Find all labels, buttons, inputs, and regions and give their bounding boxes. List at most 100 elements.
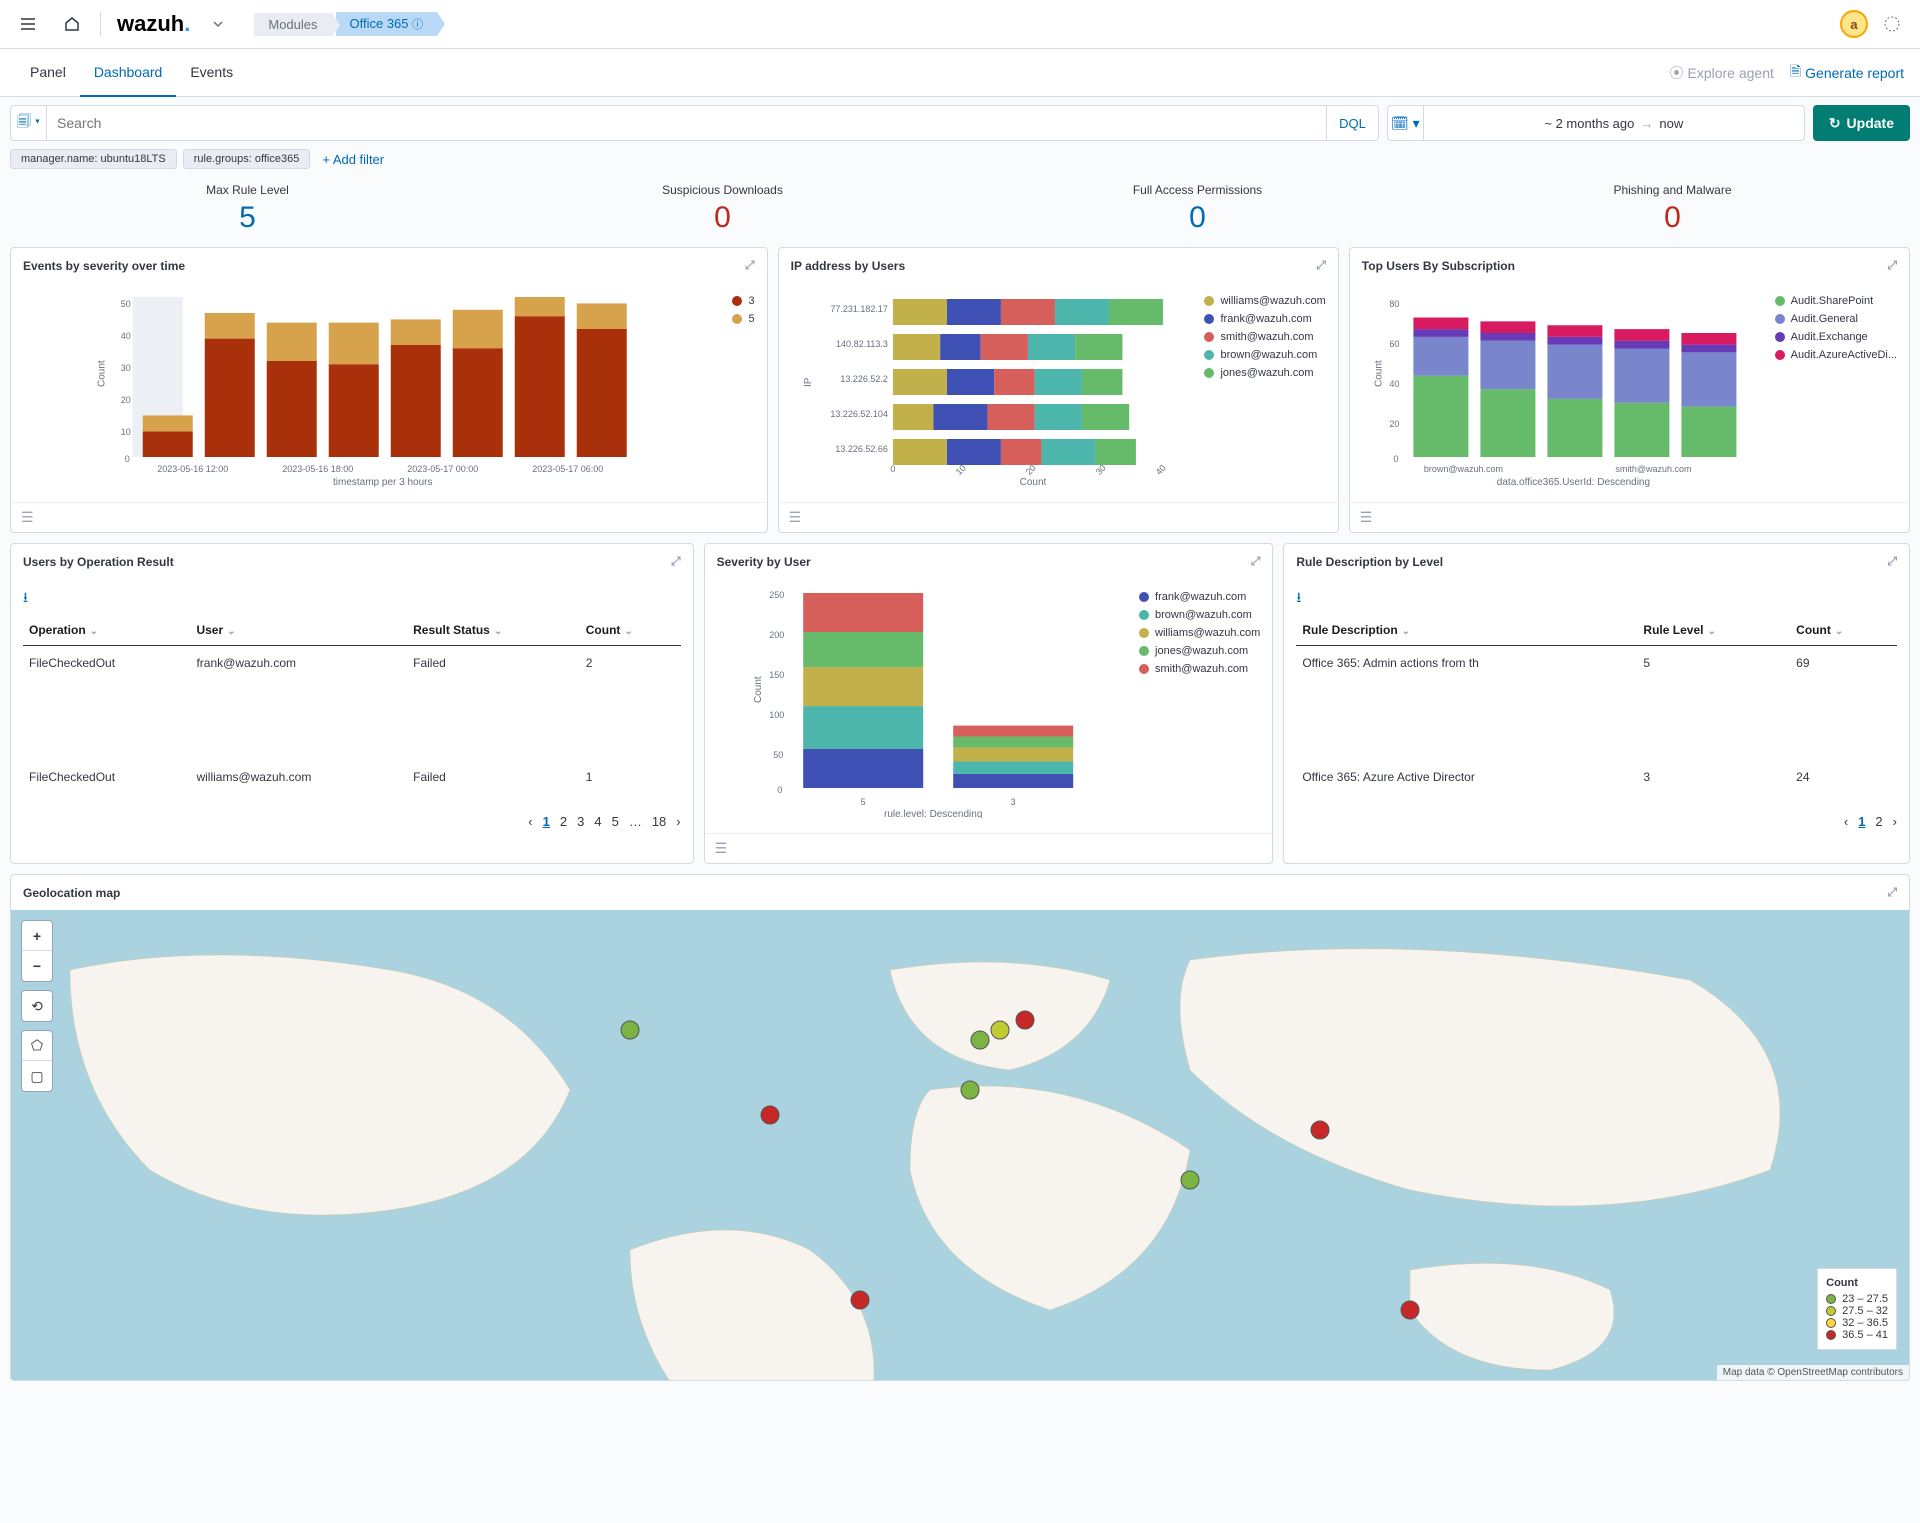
page-3[interactable]: 3 [577, 814, 584, 829]
list-icon[interactable]: ☰ [789, 509, 802, 526]
download-icon[interactable]: ⭳ [23, 583, 681, 615]
ops-table: Operation⌄ User⌄ Result Status⌄ Count⌄ F… [23, 615, 681, 794]
svg-text:40: 40 [1389, 379, 1399, 389]
kpi-max-rule: Max Rule Level5 [10, 183, 485, 235]
zoom-out-icon[interactable]: − [22, 951, 52, 981]
explore-agent-link[interactable]: ⦿Explore agent [1669, 61, 1773, 85]
tab-dashboard[interactable]: Dashboard [80, 49, 177, 97]
svg-text:30: 30 [121, 363, 131, 373]
filter-pill[interactable]: rule.groups: office365 [183, 149, 311, 169]
svg-text:77.231.182.17: 77.231.182.17 [830, 304, 888, 314]
kpi-suspicious: Suspicious Downloads0 [485, 183, 960, 235]
col-status[interactable]: Result Status⌄ [407, 615, 580, 646]
svg-text:smith@wazuh.com: smith@wazuh.com [1615, 464, 1691, 474]
help-icon[interactable] [1876, 8, 1908, 40]
expand-icon[interactable]: ⤢ [1887, 885, 1897, 900]
map-body[interactable]: + − ⟲ ⬠ ▢ [11, 910, 1909, 1380]
header-right: a [1840, 8, 1908, 40]
home-icon[interactable] [56, 8, 88, 40]
page-4[interactable]: 4 [594, 814, 601, 829]
ops-pagination: ‹ 1 2 3 4 5 … 18 › [11, 806, 693, 837]
draw-rect-icon[interactable]: ▢ [22, 1061, 52, 1091]
svg-text:brown@wazuh.com: brown@wazuh.com [1424, 464, 1503, 474]
draw-polygon-icon[interactable]: ⬠ [22, 1031, 52, 1061]
expand-icon[interactable]: ⤢ [671, 554, 681, 569]
avatar[interactable]: a [1840, 10, 1868, 38]
table-row[interactable]: FileCheckedOutwilliams@wazuh.comFailed1 [23, 680, 681, 794]
list-icon[interactable]: ☰ [715, 840, 728, 857]
map-attribution: Map data © OpenStreetMap contributors [1717, 1365, 1909, 1380]
users-chart: Count 806040200 brown@wazuh.comsmith@waz… [1362, 287, 1765, 487]
col-user[interactable]: User⌄ [190, 615, 407, 646]
svg-text:0: 0 [1393, 454, 1398, 464]
page-ellipsis: … [629, 814, 642, 829]
svg-text:50: 50 [121, 299, 131, 309]
crumb-office365[interactable]: Office 365 ⓘ [336, 12, 438, 36]
svg-text:0: 0 [125, 454, 130, 464]
generate-report-link[interactable]: 🗎Generate report [1790, 61, 1904, 85]
list-icon[interactable]: ☰ [1360, 509, 1373, 526]
refresh-icon: ↻ [1829, 115, 1841, 132]
panel-top-users: Top Users By Subscription⤢ Count 8060402… [1349, 247, 1910, 533]
expand-icon[interactable]: ⤢ [1887, 258, 1897, 273]
table-row[interactable]: Office 365: Admin actions from th569 [1296, 646, 1897, 681]
tab-events[interactable]: Events [176, 49, 247, 97]
page-next[interactable]: › [676, 814, 680, 829]
svg-text:Count: Count [97, 360, 108, 387]
filter-pill[interactable]: manager.name: ubuntu18LTS [10, 149, 177, 169]
dql-button[interactable]: DQL [1326, 105, 1378, 141]
expand-icon[interactable]: ⤢ [1251, 554, 1261, 569]
date-picker[interactable]: 🗓 ▾ ~ 2 months ago→now [1387, 105, 1805, 141]
divider [100, 12, 101, 36]
svg-text:13.226.52.2: 13.226.52.2 [840, 374, 888, 384]
page-next[interactable]: › [1893, 814, 1897, 829]
page-1[interactable]: 1 [543, 814, 550, 829]
page-5[interactable]: 5 [612, 814, 619, 829]
events-legend: 3 5 [732, 287, 754, 490]
expand-icon[interactable]: ⤢ [1316, 258, 1326, 273]
page-1[interactable]: 1 [1858, 814, 1865, 829]
sev-chart: Count 250200150100500 53 rule.level: Des… [717, 583, 1129, 818]
page-2[interactable]: 2 [1875, 814, 1882, 829]
table-row[interactable]: FileCheckedOutfrank@wazuh.comFailed2 [23, 646, 681, 681]
crumb-modules[interactable]: Modules [254, 13, 331, 36]
page-2[interactable]: 2 [560, 814, 567, 829]
svg-text:2023-05-16 18:00: 2023-05-16 18:00 [282, 464, 353, 474]
zoom-in-icon[interactable]: + [22, 921, 52, 951]
events-chart: Count 50403020100 2023-05-16 12:002023-0… [23, 287, 722, 487]
col-rule-level[interactable]: Rule Level⌄ [1637, 615, 1790, 646]
svg-text:80: 80 [1389, 299, 1399, 309]
logo: wazuh. [117, 11, 190, 37]
page-prev[interactable]: ‹ [528, 814, 532, 829]
svg-text:200: 200 [769, 630, 784, 640]
fit-icon[interactable]: ⟲ [22, 991, 52, 1021]
expand-icon[interactable]: ⤢ [745, 258, 755, 273]
col-operation[interactable]: Operation⌄ [23, 615, 190, 646]
expand-icon[interactable]: ⤢ [1887, 554, 1897, 569]
breadcrumb: Modules Office 365 ⓘ [254, 12, 437, 36]
table-row[interactable]: Office 365: Azure Active Director324 [1296, 680, 1897, 794]
kpi-phishing: Phishing and Malware0 [1435, 183, 1910, 235]
update-button[interactable]: ↻Update [1813, 105, 1910, 141]
svg-text:3: 3 [1010, 797, 1015, 807]
menu-icon[interactable] [12, 8, 44, 40]
svg-text:timestamp per 3 hours: timestamp per 3 hours [333, 477, 433, 487]
svg-text:Count: Count [1019, 477, 1046, 487]
col-rule-desc[interactable]: Rule Description⌄ [1296, 615, 1637, 646]
rule-pagination: ‹ 1 2 › [1284, 806, 1909, 837]
svg-text:2023-05-16 12:00: 2023-05-16 12:00 [157, 464, 228, 474]
list-icon[interactable]: ☰ [21, 509, 34, 526]
search-input[interactable] [47, 115, 1326, 131]
ip-chart: IP 77.231.182.17140.82.113.313.226.52.21… [791, 287, 1195, 487]
col-count[interactable]: Count⌄ [1790, 615, 1897, 646]
download-icon[interactable]: ⭳ [1296, 583, 1897, 615]
toolbar: 🗐 ▾ DQL 🗓 ▾ ~ 2 months ago→now ↻Update [0, 97, 1920, 149]
tabs-right: ⦿Explore agent 🗎Generate report [1669, 61, 1904, 85]
chevron-down-icon[interactable] [202, 8, 234, 40]
search-prefix-icon[interactable]: 🗐 ▾ [11, 105, 47, 141]
col-count[interactable]: Count⌄ [580, 615, 681, 646]
page-18[interactable]: 18 [652, 814, 666, 829]
add-filter-link[interactable]: + Add filter [322, 152, 384, 167]
page-prev[interactable]: ‹ [1844, 814, 1848, 829]
tab-panel[interactable]: Panel [16, 49, 80, 97]
